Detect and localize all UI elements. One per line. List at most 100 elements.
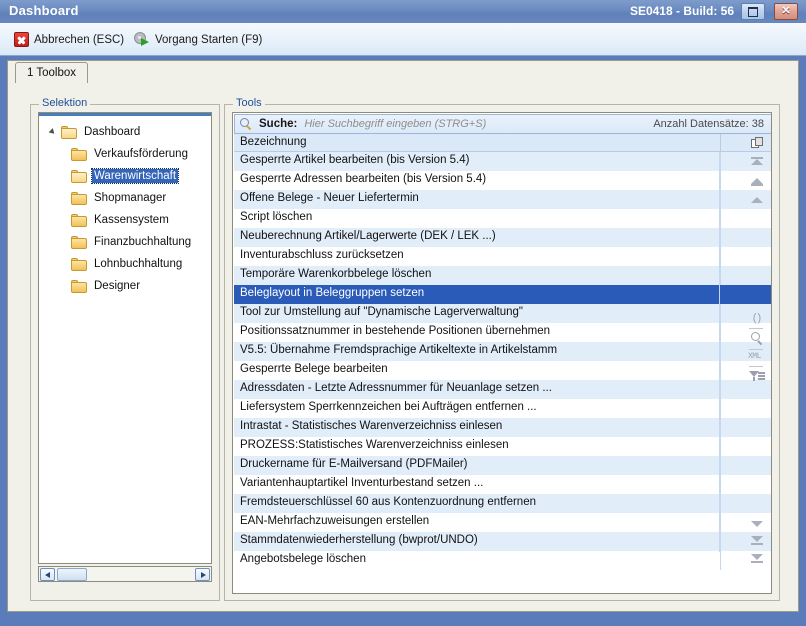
tree-item-lohnbuchhaltung[interactable]: Lohnbuchhaltung bbox=[71, 255, 184, 273]
column-divider[interactable] bbox=[720, 134, 721, 152]
tab-strip: 1 Toolbox bbox=[15, 62, 791, 83]
table-row[interactable]: Tool zur Umstellung auf "Dynamische Lage… bbox=[234, 304, 772, 323]
table-row[interactable]: Temporäre Warenkorbbelege löschen bbox=[234, 266, 772, 285]
table-row[interactable]: PROZESS:Statistisches Warenverzeichniss … bbox=[234, 437, 772, 456]
filter-icon[interactable] bbox=[749, 370, 765, 383]
table-row[interactable]: Intrastat - Statistisches Warenverzeichn… bbox=[234, 418, 772, 437]
column-header-bezeichnung[interactable]: Bezeichnung bbox=[240, 136, 307, 148]
row-column-divider bbox=[720, 418, 721, 437]
table-row[interactable]: Angebotsbelege löschen bbox=[234, 551, 772, 570]
table-row[interactable]: Variantenhauptartikel Inventurbestand se… bbox=[234, 475, 772, 494]
scrollbar-track[interactable] bbox=[87, 568, 194, 581]
table-row[interactable]: Gesperrte Belege bearbeiten bbox=[234, 361, 772, 380]
table-row[interactable]: Gesperrte Adressen bearbeiten (bis Versi… bbox=[234, 171, 772, 190]
row-column-divider bbox=[720, 247, 721, 266]
tree-item-warenwirtschaft[interactable]: Warenwirtschaft bbox=[71, 167, 178, 185]
tools-list[interactable]: Gesperrte Artikel bearbeiten (bis Versio… bbox=[234, 152, 772, 552]
search-input[interactable]: Hier Suchbegriff eingeben (STRG+S) bbox=[304, 118, 486, 130]
start-process-button[interactable]: Vorgang Starten (F9) bbox=[134, 29, 262, 50]
move-down-icon[interactable] bbox=[749, 536, 764, 550]
table-row-label: Script löschen bbox=[240, 211, 312, 223]
copy-columns-icon[interactable] bbox=[751, 137, 764, 149]
table-row-label: Adressdaten - Letzte Adressnummer für Ne… bbox=[240, 382, 552, 394]
title-bar: Dashboard SE0418 - Build: 56 ✕ bbox=[0, 0, 806, 23]
table-row-label: Stammdatenwiederherstellung (bwprot/UNDO… bbox=[240, 534, 478, 546]
table-row[interactable]: Inventurabschluss zurücksetzen bbox=[234, 247, 772, 266]
table-row[interactable]: Gesperrte Artikel bearbeiten (bis Versio… bbox=[234, 152, 772, 171]
table-row[interactable]: Druckername für E-Mailversand (PDFMailer… bbox=[234, 456, 772, 475]
folder-open-icon bbox=[61, 126, 77, 139]
tree-item-label: Verkaufsförderung bbox=[92, 147, 190, 161]
close-icon: ✕ bbox=[775, 4, 797, 19]
table-row[interactable]: Positionssatznummer in bestehende Positi… bbox=[234, 323, 772, 342]
application-window: Dashboard SE0418 - Build: 56 ✕ Abbrechen… bbox=[0, 0, 806, 626]
table-row-label: Tool zur Umstellung auf "Dynamische Lage… bbox=[240, 306, 523, 318]
row-column-divider bbox=[720, 513, 721, 532]
search-bar[interactable]: Suche: Hier Suchbegriff eingeben (STRG+S… bbox=[234, 114, 772, 134]
tree-item-finanzbuchhaltung[interactable]: Finanzbuchhaltung bbox=[71, 233, 193, 251]
row-column-divider bbox=[720, 437, 721, 456]
cancel-command-button[interactable]: Abbrechen (ESC) bbox=[14, 29, 124, 50]
move-up-icon[interactable] bbox=[749, 177, 764, 191]
red-x-icon bbox=[14, 32, 29, 47]
tree-item-label: Dashboard bbox=[82, 125, 142, 139]
tree-item-dashboard[interactable]: Dashboard bbox=[49, 123, 142, 141]
table-row[interactable]: Beleglayout in Beleggruppen setzen bbox=[234, 285, 772, 304]
move-to-bottom-icon[interactable] bbox=[749, 554, 764, 568]
restore-window-button[interactable] bbox=[741, 3, 765, 20]
table-row-label: Positionssatznummer in bestehende Positi… bbox=[240, 325, 550, 337]
tree-item-shopmanager[interactable]: Shopmanager bbox=[71, 189, 168, 207]
parentheses-icon[interactable]: ( ) bbox=[749, 313, 764, 326]
folder-icon bbox=[71, 214, 87, 227]
tree-item-label: Designer bbox=[92, 279, 142, 293]
table-row[interactable]: EAN-Mehrfachzuweisungen erstellen bbox=[234, 513, 772, 532]
table-row-label: Inventurabschluss zurücksetzen bbox=[240, 249, 404, 261]
table-row-label: Liefersystem Sperrkennzeichen bei Aufträ… bbox=[240, 401, 537, 413]
row-column-divider bbox=[720, 323, 721, 342]
folder-icon bbox=[71, 280, 87, 293]
move-to-top-icon[interactable] bbox=[749, 157, 764, 171]
table-row-label: Offene Belege - Neuer Liefertermin bbox=[240, 192, 419, 204]
xml-icon[interactable]: XML bbox=[748, 351, 765, 363]
restore-icon bbox=[742, 4, 764, 19]
rail-separator-2 bbox=[749, 349, 763, 350]
tree-horizontal-scrollbar[interactable] bbox=[38, 566, 212, 582]
column-header-row[interactable]: Bezeichnung bbox=[234, 134, 772, 152]
table-row-label: EAN-Mehrfachzuweisungen erstellen bbox=[240, 515, 429, 527]
move-down-one-icon[interactable] bbox=[749, 518, 764, 532]
table-row[interactable]: Script löschen bbox=[234, 209, 772, 228]
table-row[interactable]: Neuberechnung Artikel/Lagerwerte (DEK / … bbox=[234, 228, 772, 247]
table-row-label: Druckername für E-Mailversand (PDFMailer… bbox=[240, 458, 468, 470]
scrollbar-thumb[interactable] bbox=[57, 568, 87, 581]
table-row[interactable]: Adressdaten - Letzte Adressnummer für Ne… bbox=[234, 380, 772, 399]
row-column-divider bbox=[720, 342, 721, 361]
move-up-one-icon[interactable] bbox=[749, 195, 764, 209]
table-row[interactable]: Stammdatenwiederherstellung (bwprot/UNDO… bbox=[234, 532, 772, 551]
rail-divider bbox=[719, 152, 720, 552]
row-column-divider bbox=[720, 190, 721, 209]
table-row[interactable]: Liefersystem Sperrkennzeichen bei Aufträ… bbox=[234, 399, 772, 418]
expander-icon[interactable] bbox=[49, 127, 59, 137]
rail-separator-1 bbox=[749, 328, 763, 329]
close-window-button[interactable]: ✕ bbox=[774, 3, 798, 20]
tree-item-designer[interactable]: Designer bbox=[71, 277, 142, 295]
table-row[interactable]: Fremdsteuerschlüssel 60 aus Kontenzuordn… bbox=[234, 494, 772, 513]
selection-tree[interactable]: Dashboard Verkaufsförderung Warenwirtschaf… bbox=[38, 112, 212, 564]
start-process-label: Vorgang Starten (F9) bbox=[155, 34, 262, 46]
chevron-left-icon[interactable] bbox=[40, 568, 55, 581]
table-row[interactable]: Offene Belege - Neuer Liefertermin bbox=[234, 190, 772, 209]
folder-icon bbox=[71, 192, 87, 205]
table-row-label: V5.5: Übernahme Fremdsprachige Artikelte… bbox=[240, 344, 557, 356]
tree-item-verkaufsf-rderung[interactable]: Verkaufsförderung bbox=[71, 145, 190, 163]
cancel-command-label: Abbrechen (ESC) bbox=[34, 34, 124, 46]
row-column-divider bbox=[720, 475, 721, 494]
tree-accent-bar bbox=[39, 113, 212, 116]
tab-toolbox[interactable]: 1 Toolbox bbox=[15, 62, 88, 83]
record-count-label: Anzahl Datensätze: 38 bbox=[653, 118, 764, 130]
chevron-right-icon[interactable] bbox=[195, 568, 210, 581]
selection-group-label: Selektion bbox=[39, 97, 90, 109]
find-icon[interactable] bbox=[750, 332, 764, 345]
folder-open-icon bbox=[71, 170, 87, 183]
tree-item-kassensystem[interactable]: Kassensystem bbox=[71, 211, 171, 229]
table-row[interactable]: V5.5: Übernahme Fremdsprachige Artikelte… bbox=[234, 342, 772, 361]
